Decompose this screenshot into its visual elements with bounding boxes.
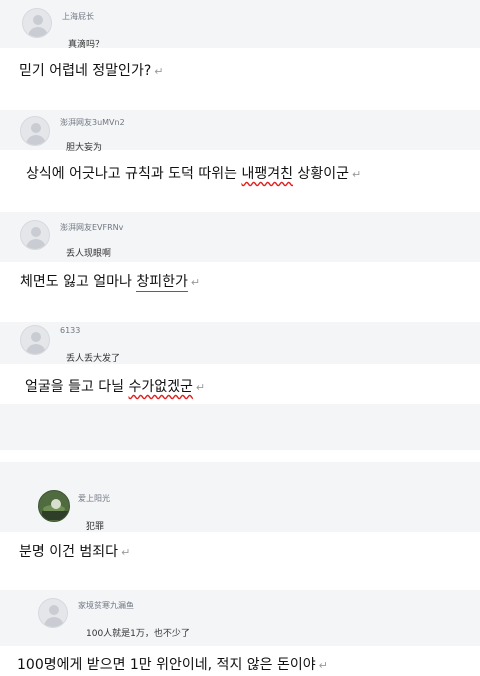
- translation-text: 분명 이건 범죄다: [19, 544, 119, 560]
- username[interactable]: 澎湃网友3uMVn2: [60, 117, 125, 128]
- comment-text: 真滴吗？: [68, 40, 105, 50]
- paragraph-mark-icon: ↵: [195, 381, 206, 394]
- translation-line: 체면도 잃고 얼마나 창피한가 ↵: [20, 271, 201, 292]
- username[interactable]: 澎湃网友EVFRNv: [60, 222, 123, 233]
- paragraph-mark-icon: ↵: [190, 276, 201, 289]
- translation-line: 믿기 어렵네 정말인가? ↵: [19, 60, 163, 80]
- paragraph-mark-icon: ↵: [154, 65, 164, 78]
- user-avatar: [38, 598, 68, 628]
- paragraph-mark-icon: ↵: [121, 546, 131, 559]
- translation-line: 100명에게 받으면 1만 위안이네, 적지 않은 돈이야 ↵: [17, 654, 328, 674]
- comment-header-band: [0, 590, 480, 646]
- comment-text: 胆大妄为: [66, 143, 103, 153]
- comment-header-band: [0, 462, 480, 532]
- grammar-flagged-word: 창피한가: [136, 274, 188, 292]
- username[interactable]: 6133: [60, 326, 80, 335]
- spellcheck-flagged-word: 수가없겠군: [128, 379, 193, 395]
- username[interactable]: 家境贫寒九漏鱼: [78, 600, 134, 611]
- comment-text: 丢人现眼啊: [66, 249, 112, 259]
- user-avatar: [22, 8, 52, 38]
- spellcheck-flagged-word: 내팽겨친: [241, 166, 293, 182]
- translation-line: 상식에 어긋나고 규칙과 도덕 따위는 내팽겨친 상황이군 ↵: [26, 163, 361, 183]
- translation-text: 상황이군: [292, 166, 349, 182]
- paragraph-mark-icon: ↵: [351, 168, 362, 181]
- user-avatar: [20, 325, 50, 355]
- translation-line: 얼굴을 들고 다닐 수가없겠군 ↵: [25, 376, 205, 396]
- username[interactable]: 上海屁长: [62, 11, 94, 22]
- user-avatar: [38, 490, 70, 522]
- comment-footer-band: [0, 404, 480, 450]
- paragraph-mark-icon: ↵: [318, 659, 328, 672]
- comment-text: 100人就是1万，也不少了: [86, 629, 190, 639]
- user-avatar: [20, 116, 50, 146]
- translation-text: 믿기 어렵네 정말인가?: [19, 63, 152, 79]
- translation-text: 체면도 잃고 얼마나: [20, 274, 137, 290]
- translation-text: 상식에 어긋나고 규칙과 도덕 따위는: [26, 166, 242, 182]
- translation-text: 100명에게 받으면 1만 위안이네, 적지 않은 돈이야: [17, 657, 316, 673]
- username[interactable]: 爱上阳光: [78, 493, 110, 504]
- translation-text: 얼굴을 들고 다닐: [25, 379, 129, 395]
- comment-text: 犯罪: [86, 522, 105, 532]
- translation-line: 분명 이건 범죄다 ↵: [19, 541, 130, 561]
- user-avatar: [20, 220, 50, 250]
- comment-text: 丢人丢大发了: [66, 354, 121, 364]
